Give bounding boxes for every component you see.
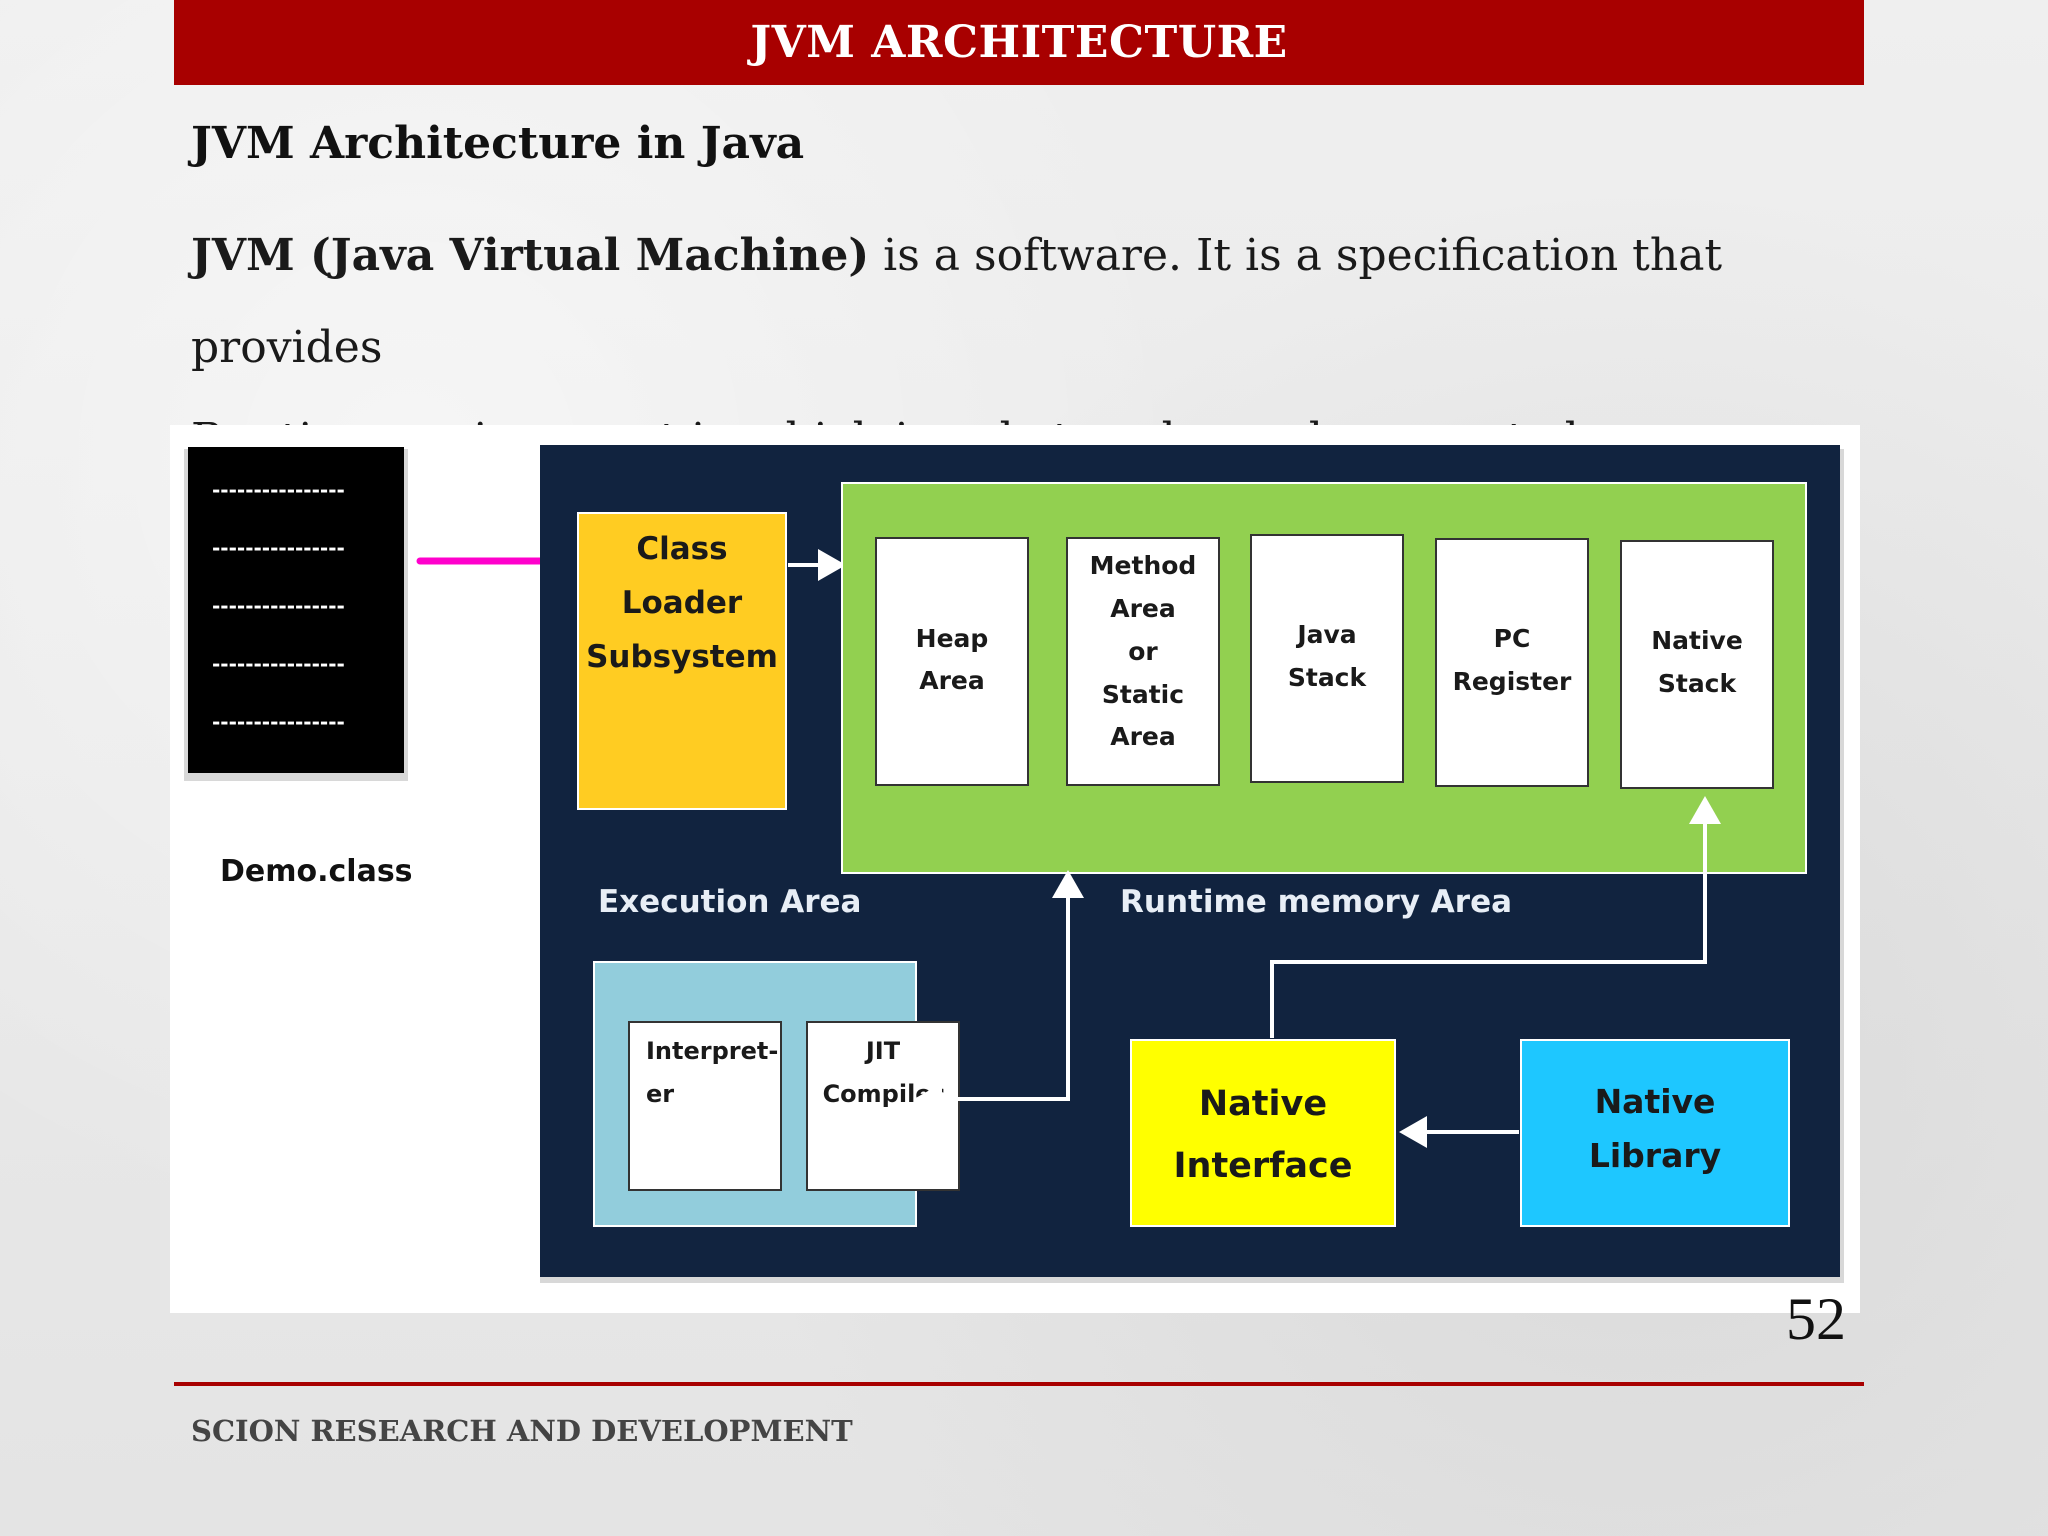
page-number: 52	[1786, 1286, 1846, 1352]
heap-area-line-1: Heap	[916, 624, 989, 653]
class-file-line-5: ----------------	[212, 710, 345, 734]
execution-area-label: Execution Area	[598, 884, 861, 920]
java-stack-line-2: Stack	[1288, 663, 1368, 692]
native-library-box	[1520, 1039, 1790, 1227]
footer-divider	[174, 1382, 1864, 1386]
method-area-line-3: or	[1128, 637, 1158, 666]
method-area-line-1: Method	[1090, 551, 1197, 580]
pc-register-line-2: Register	[1453, 667, 1572, 696]
runtime-memory-label: Runtime memory Area	[1120, 884, 1512, 920]
jvm-diagram: ---------------- ---------------- ------…	[170, 425, 1860, 1313]
class-file-line-3: ----------------	[212, 594, 345, 618]
native-stack-line-2: Stack	[1658, 669, 1738, 698]
class-file-line-2: ----------------	[212, 536, 345, 560]
footer-text: SCION RESEARCH AND DEVELOPMENT	[191, 1414, 853, 1448]
slide-heading: JVM Architecture in Java	[191, 118, 805, 169]
heap-area-line-2: Area	[919, 666, 985, 695]
slide-title: JVM ARCHITECTURE	[750, 17, 1288, 68]
jvm-diagram-svg: ---------------- ---------------- ------…	[184, 445, 1844, 1283]
class-file-line-4: ----------------	[212, 652, 345, 676]
java-stack-line-1: Java	[1295, 620, 1356, 649]
method-area-line-2: Area	[1110, 594, 1176, 623]
pc-register-line-1: PC	[1494, 624, 1531, 653]
title-bar: JVM ARCHITECTURE	[174, 0, 1864, 85]
class-file-label: Demo.class	[220, 854, 413, 889]
paragraph-bold: JVM (Java Virtual Machine)	[191, 230, 870, 281]
java-stack-box	[1250, 534, 1404, 783]
jit-compiler-line-1: JIT	[864, 1037, 901, 1065]
native-stack-box	[1620, 540, 1774, 789]
method-area-line-4: Static	[1102, 680, 1184, 709]
class-loader-line-1: Class	[636, 531, 727, 567]
interpreter-line-1: Interpret-	[646, 1037, 778, 1065]
native-interface-box	[1130, 1039, 1396, 1227]
class-loader-line-3: Subsystem	[586, 639, 778, 675]
class-file-line-1: ----------------	[212, 478, 345, 502]
native-library-line-1: Native	[1595, 1082, 1716, 1121]
class-loader-line-2: Loader	[622, 585, 743, 621]
native-interface-line-2: Interface	[1174, 1146, 1353, 1186]
native-stack-line-1: Native	[1651, 626, 1743, 655]
interpreter-line-2: er	[646, 1080, 674, 1108]
native-library-line-2: Library	[1589, 1136, 1721, 1175]
pc-register-box	[1435, 538, 1589, 787]
jit-compiler-line-2: Compiler	[823, 1080, 944, 1108]
heap-area-box	[875, 537, 1029, 786]
method-area-line-5: Area	[1110, 722, 1176, 751]
native-interface-line-1: Native	[1199, 1084, 1327, 1124]
